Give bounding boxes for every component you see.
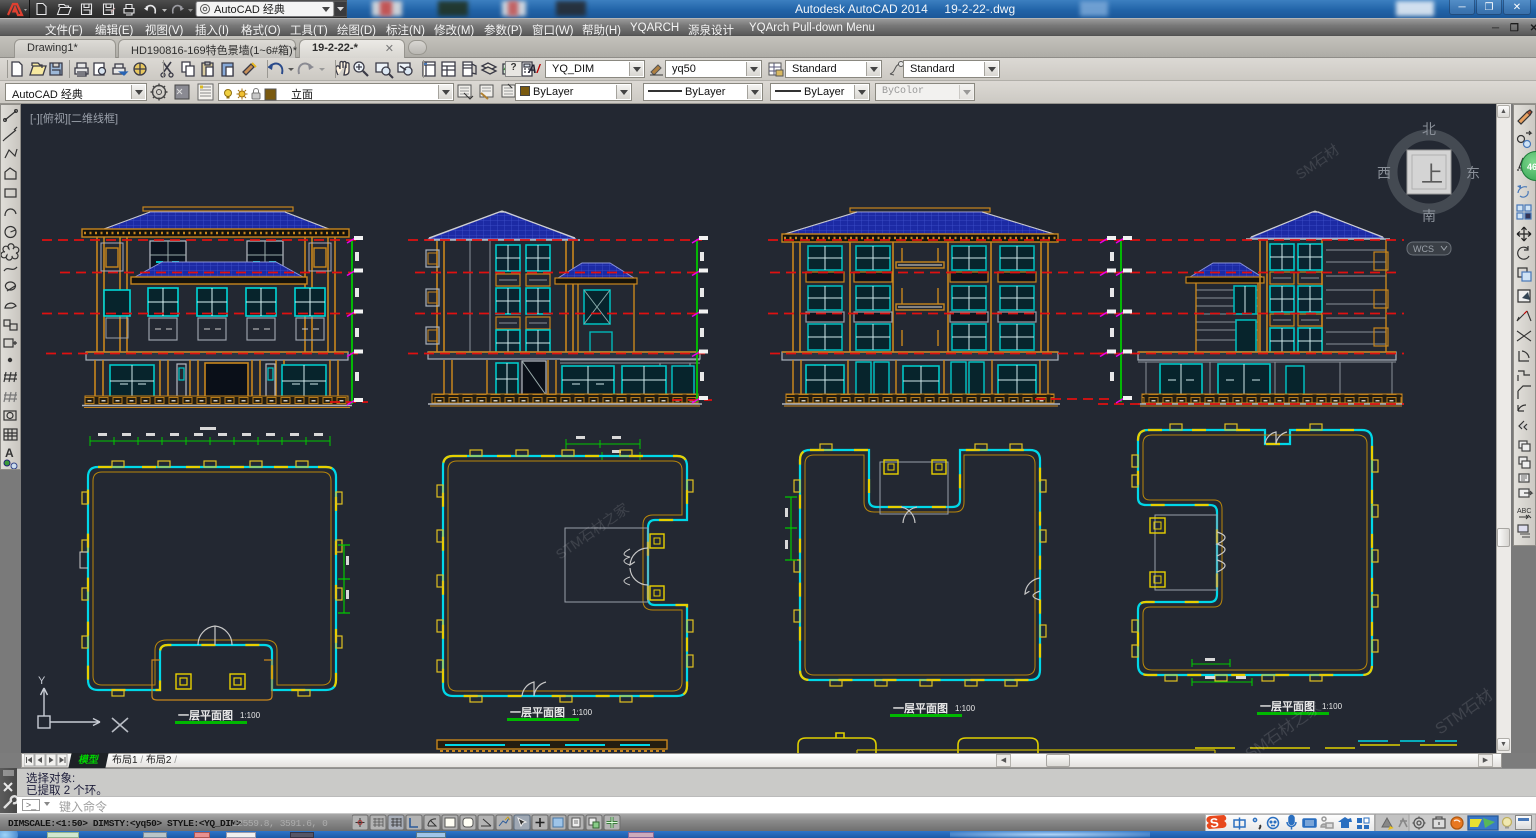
svg-text:1:100: 1:100 (572, 708, 593, 717)
svg-text:AutoCAD 经典: AutoCAD 经典 (214, 2, 285, 16)
svg-text:上: 上 (1421, 162, 1443, 187)
svg-text:A: A (5, 446, 14, 460)
svg-text:东: 东 (1466, 165, 1480, 181)
svg-text:1:100: 1:100 (240, 711, 261, 720)
svg-text:一层平面图: 一层平面图 (893, 702, 948, 715)
svg-text:一层平面图: 一层平面图 (510, 706, 565, 719)
svg-text:一层平面图: 一层平面图 (178, 709, 233, 722)
svg-text:ABC: ABC (1517, 508, 1531, 515)
svg-text:[-][俯视][二维线框]: [-][俯视][二维线框] (30, 111, 118, 125)
svg-text:Y: Y (38, 675, 46, 687)
svg-text:1:100: 1:100 (1322, 702, 1343, 711)
svg-text:WCS: WCS (1413, 244, 1434, 254)
svg-text:北: 北 (1422, 121, 1436, 137)
svg-text:南: 南 (1422, 208, 1436, 224)
svg-text:1:100: 1:100 (955, 704, 976, 713)
svg-text:西: 西 (1377, 165, 1391, 181)
